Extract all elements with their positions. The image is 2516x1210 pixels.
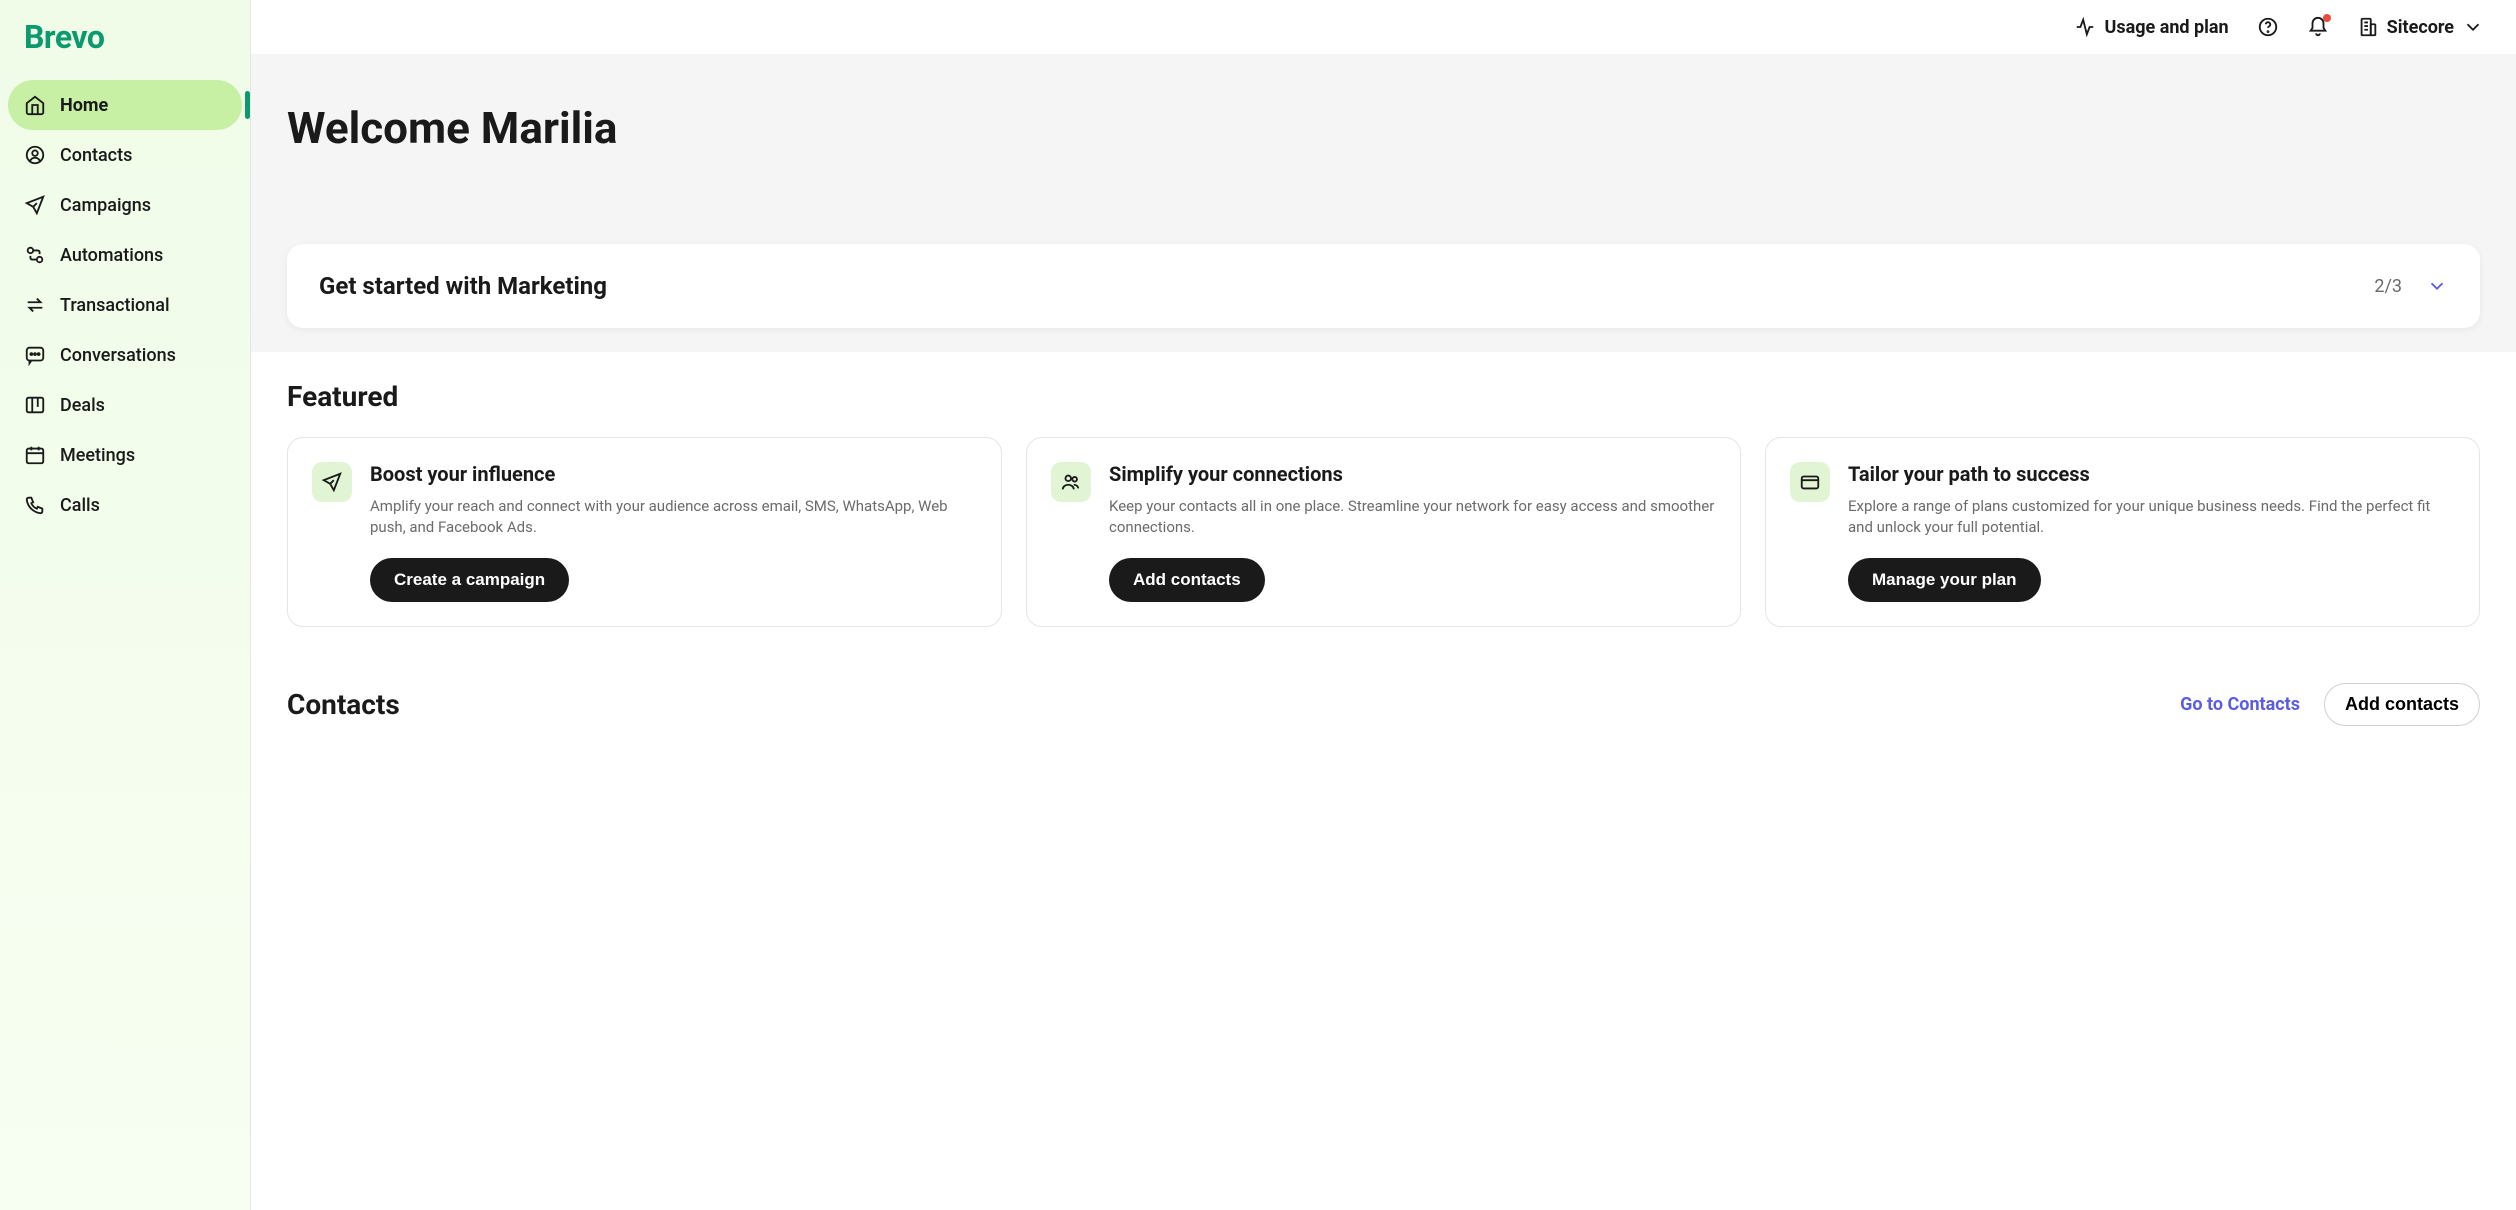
sidebar-item-label: Calls: [60, 495, 100, 516]
sidebar-item-transactional[interactable]: Transactional: [8, 280, 242, 330]
sidebar-item-campaigns[interactable]: Campaigns: [8, 180, 242, 230]
sidebar-item-label: Home: [60, 95, 108, 116]
send-icon: [24, 194, 46, 216]
card-icon: [1790, 462, 1830, 502]
welcome-title: Welcome Marilia: [287, 102, 2480, 154]
contacts-section: Contacts Go to Contacts Add contacts: [251, 655, 2516, 778]
sidebar-item-label: Campaigns: [60, 195, 151, 216]
sidebar-item-contacts[interactable]: Contacts: [8, 130, 242, 180]
notification-dot: [2323, 14, 2331, 22]
sidebar-item-deals[interactable]: Deals: [8, 380, 242, 430]
help-icon: [2257, 16, 2279, 38]
topbar: Usage and plan Sitecore: [251, 0, 2516, 54]
featured-card: Tailor your path to success Explore a ran…: [1765, 437, 2480, 627]
content: Welcome Marilia Get started with Marketi…: [251, 54, 2516, 1210]
users-icon: [1051, 462, 1091, 502]
chat-icon: [24, 344, 46, 366]
main: Usage and plan Sitecore: [251, 0, 2516, 1210]
get-started-progress: 2/3: [2374, 276, 2402, 297]
usage-label: Usage and plan: [2104, 17, 2228, 38]
card-cta-button[interactable]: Add contacts: [1109, 558, 1265, 602]
user-icon: [24, 144, 46, 166]
sidebar-item-meetings[interactable]: Meetings: [8, 430, 242, 480]
card-cta-button[interactable]: Manage your plan: [1848, 558, 2041, 602]
kanban-icon: [24, 394, 46, 416]
activity-icon: [2074, 16, 2096, 38]
brand-logo[interactable]: Brevo: [8, 18, 242, 80]
card-description: Keep your contacts all in one place. Str…: [1109, 496, 1716, 538]
featured-cards: Boost your influence Amplify your reach a…: [287, 437, 2480, 627]
featured-card: Simplify your connections Keep your conta…: [1026, 437, 1741, 627]
notifications-button[interactable]: [2307, 16, 2329, 38]
card-title: Boost your influence: [370, 462, 977, 486]
phone-icon: [24, 494, 46, 516]
sidebar-item-label: Automations: [60, 245, 163, 266]
brand-name: Brevo: [24, 18, 104, 56]
featured-card: Boost your influence Amplify your reach a…: [287, 437, 1002, 627]
nav-list: Home Contacts Campaigns Automations Transact…: [8, 80, 242, 530]
sidebar-item-conversations[interactable]: Conversations: [8, 330, 242, 380]
sidebar-item-automations[interactable]: Automations: [8, 230, 242, 280]
sidebar: Brevo Home Contacts Campaigns Automations Tr…: [0, 0, 251, 1210]
chevron-down-icon: [2426, 275, 2448, 297]
go-to-contacts-link[interactable]: Go to Contacts: [2180, 694, 2300, 715]
org-name: Sitecore: [2387, 17, 2454, 38]
get-started-meta: 2/3: [2374, 275, 2448, 297]
sidebar-item-calls[interactable]: Calls: [8, 480, 242, 530]
card-description: Explore a range of plans customized for …: [1848, 496, 2455, 538]
calendar-icon: [24, 444, 46, 466]
usage-and-plan-link[interactable]: Usage and plan: [2074, 16, 2228, 38]
contacts-title: Contacts: [287, 688, 400, 721]
card-title: Simplify your connections: [1109, 462, 1716, 486]
send-icon: [312, 462, 352, 502]
featured-title: Featured: [287, 380, 398, 413]
sidebar-item-label: Deals: [60, 395, 105, 416]
home-icon: [24, 94, 46, 116]
get-started-title: Get started with Marketing: [319, 272, 607, 300]
hero-section: Welcome Marilia Get started with Marketi…: [251, 54, 2516, 352]
card-cta-button[interactable]: Create a campaign: [370, 558, 569, 602]
automation-icon: [24, 244, 46, 266]
sidebar-item-label: Contacts: [60, 145, 132, 166]
org-switcher[interactable]: Sitecore: [2357, 16, 2484, 38]
card-description: Amplify your reach and connect with your…: [370, 496, 977, 538]
sidebar-item-home[interactable]: Home: [8, 80, 242, 130]
building-icon: [2357, 16, 2379, 38]
help-button[interactable]: [2257, 16, 2279, 38]
featured-section: Featured Boost your influence Amplify you…: [251, 352, 2516, 655]
sidebar-item-label: Conversations: [60, 345, 176, 366]
chevron-down-icon: [2462, 16, 2484, 38]
sidebar-item-label: Transactional: [60, 295, 170, 316]
sidebar-item-label: Meetings: [60, 445, 135, 466]
get-started-card[interactable]: Get started with Marketing 2/3: [287, 244, 2480, 328]
swap-icon: [24, 294, 46, 316]
add-contacts-button[interactable]: Add contacts: [2324, 683, 2480, 726]
card-title: Tailor your path to success: [1848, 462, 2455, 486]
